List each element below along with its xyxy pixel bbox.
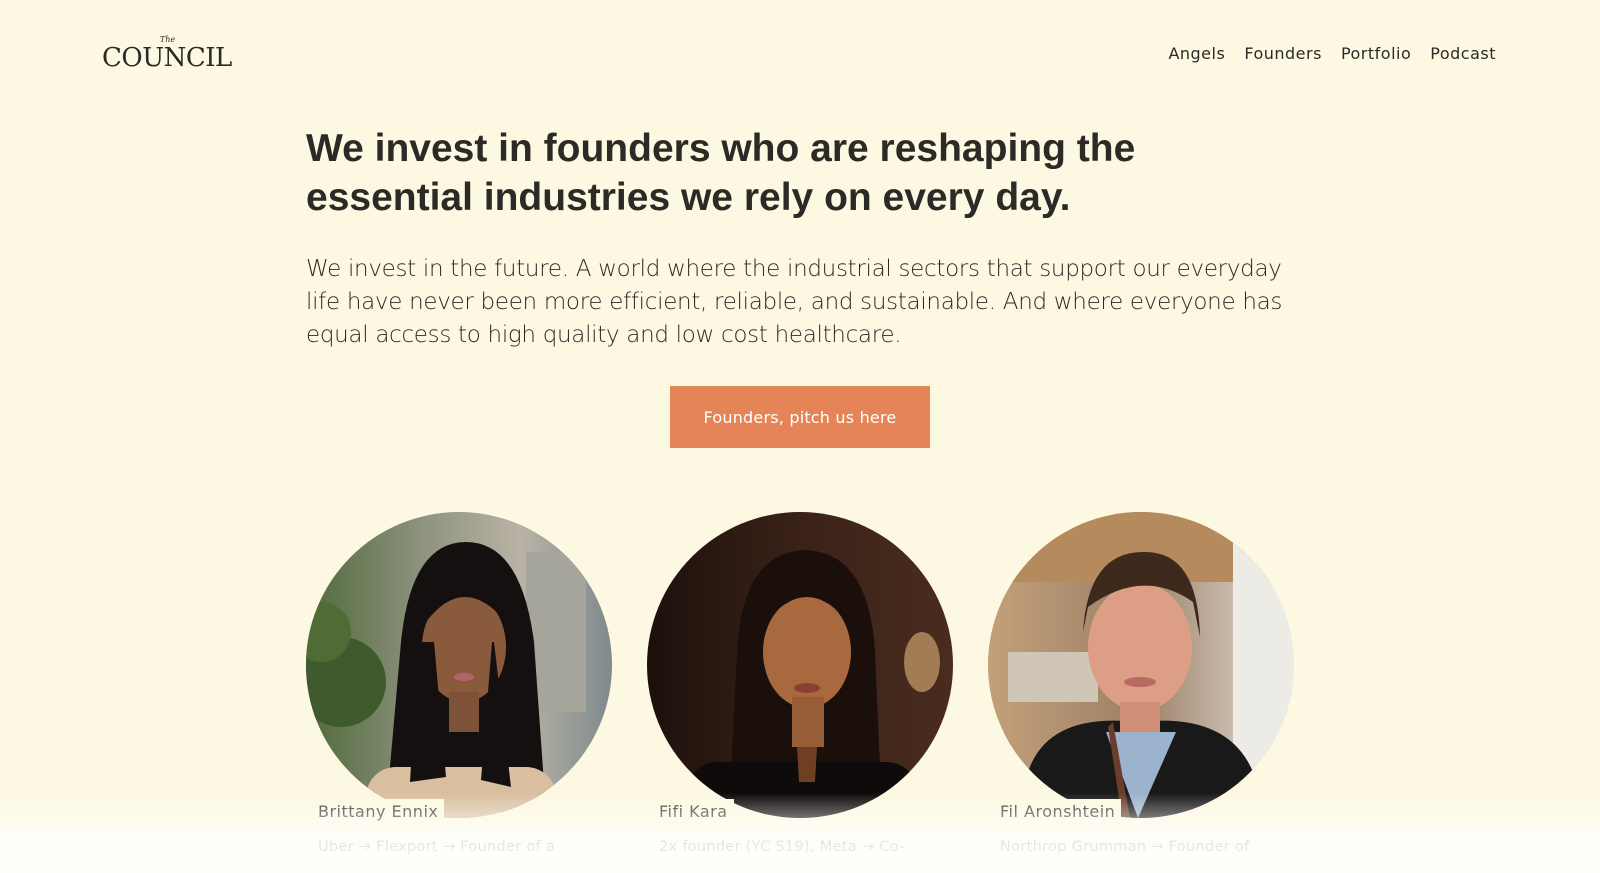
nav-angels[interactable]: Angels <box>1168 43 1225 65</box>
team-photo <box>988 512 1294 818</box>
page: The COUNCIL Angels Founders Portfolio Po… <box>0 0 1600 873</box>
team-card[interactable]: Fifi Kara 2x founder (YC S19), Meta → Co… <box>647 512 953 855</box>
team-card[interactable]: Brittany Ennix Uber → Flexport → Founder… <box>306 512 612 855</box>
team-member-name: Brittany Ennix <box>306 799 445 824</box>
logo-main-text: COUNCIL <box>102 43 232 73</box>
team-member-desc: Uber → Flexport → Founder of a <box>318 839 556 855</box>
hero-headline: We invest in founders who are reshaping … <box>306 127 1136 219</box>
team-member-desc: 2x founder (YC S19), Meta → Co- <box>659 839 905 855</box>
nav-portfolio[interactable]: Portfolio <box>1341 43 1411 65</box>
pitch-button[interactable]: Founders, pitch us here <box>670 386 930 448</box>
team-photo <box>306 512 612 818</box>
team-member-name: Fifi Kara <box>647 799 734 824</box>
team-card[interactable]: Fil Aronshtein Northrop Grumman → Founde… <box>988 512 1294 855</box>
nav-founders[interactable]: Founders <box>1244 43 1322 65</box>
main-nav: Angels Founders Portfolio Podcast <box>1168 43 1496 65</box>
team-photo <box>647 512 953 818</box>
team-member-desc: Northrop Grumman → Founder of <box>1000 839 1250 855</box>
nav-podcast[interactable]: Podcast <box>1430 43 1496 65</box>
council-logo[interactable]: The COUNCIL <box>102 36 232 73</box>
hero-subhead: We invest in the future. A world where t… <box>306 256 1283 348</box>
team-member-name: Fil Aronshtein <box>988 799 1122 824</box>
